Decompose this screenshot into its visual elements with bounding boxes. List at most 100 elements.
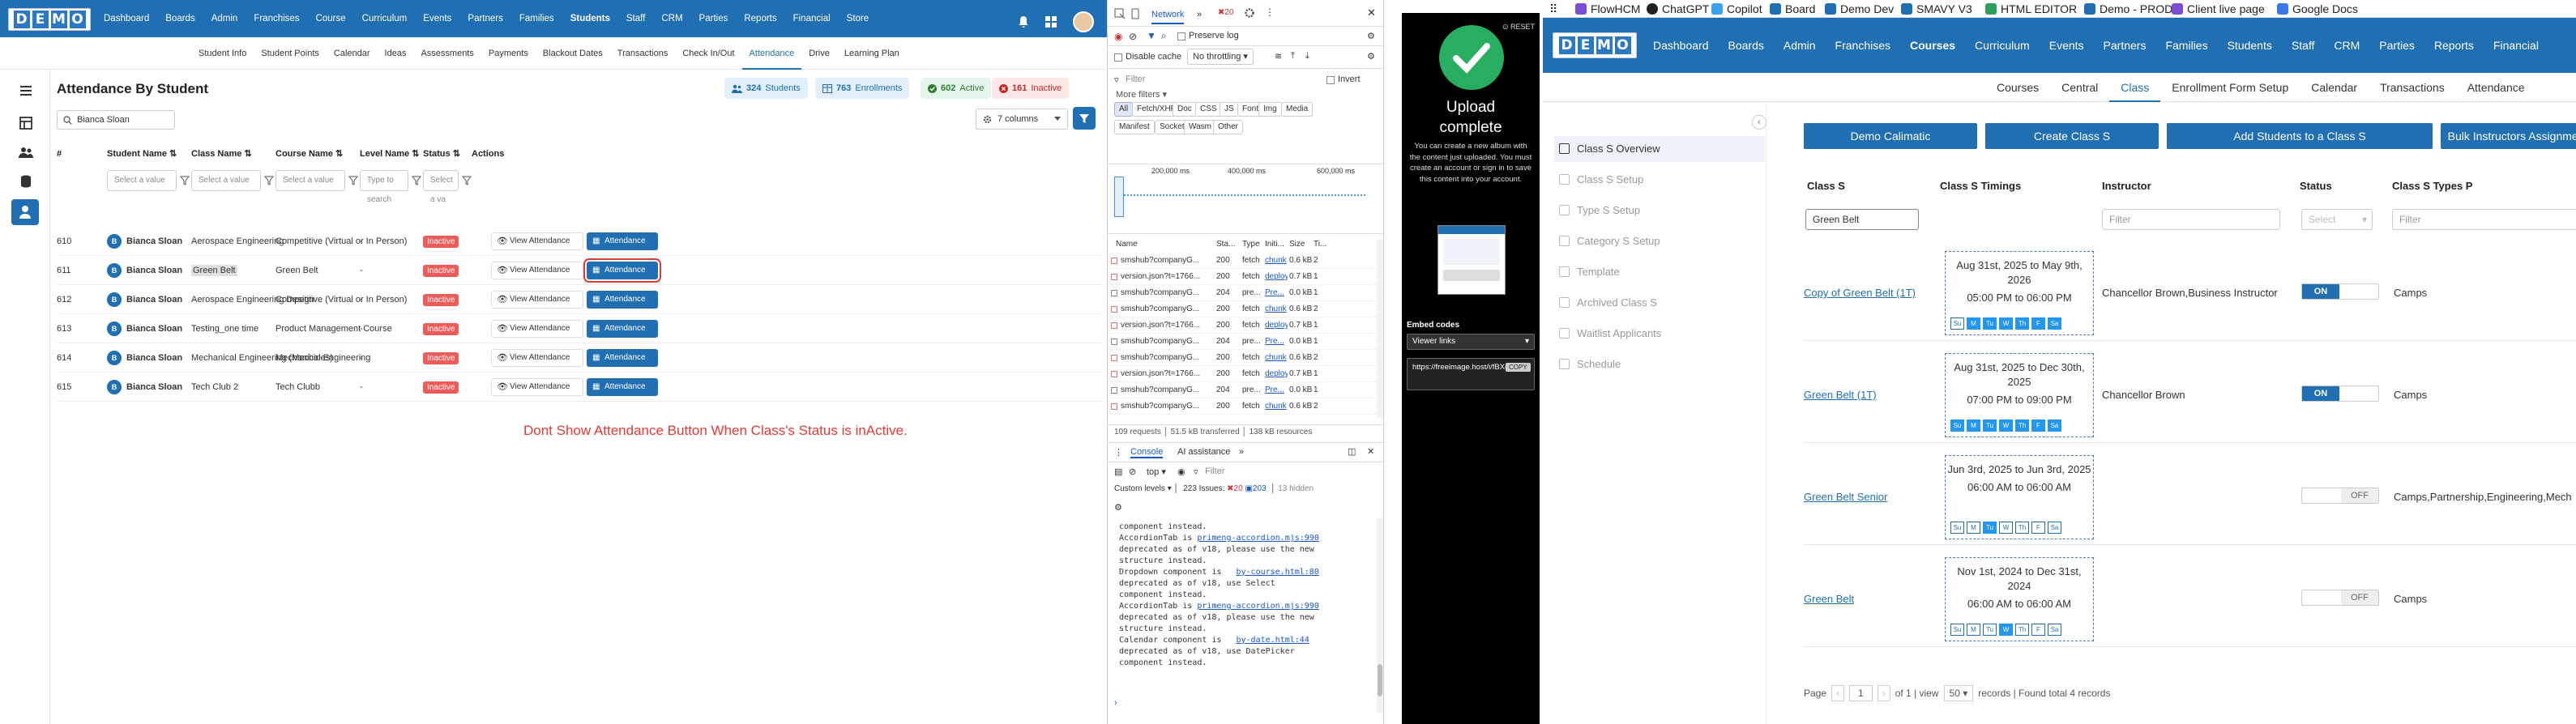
type-chip-other[interactable]: Other	[1213, 120, 1244, 134]
instructor-filter-input[interactable]: Filter	[2102, 209, 2280, 230]
tab-enrollment-form-setup[interactable]: Enrollment Form Setup	[2160, 73, 2300, 102]
nav-boards[interactable]: Boards	[157, 14, 203, 23]
type-chip-img[interactable]: Img	[1258, 102, 1282, 117]
upload-icon[interactable]: ⤒	[1291, 51, 1295, 62]
type-chip-manifest[interactable]: Manifest	[1114, 120, 1155, 134]
type-chip-media[interactable]: Media	[1281, 102, 1314, 117]
status-toggle[interactable]: OFF	[2301, 590, 2379, 606]
filter-icon[interactable]	[462, 175, 472, 186]
attendance-button[interactable]: ▦ Attendance	[583, 258, 661, 283]
hamburger-icon[interactable]	[18, 83, 34, 99]
avatar[interactable]	[1073, 11, 1094, 32]
class-link[interactable]: Copy of Green Belt (1T)	[1804, 287, 1916, 299]
nav-students[interactable]: Students	[562, 14, 618, 23]
more-tabs-icon[interactable]: »	[1239, 447, 1244, 457]
view-attendance-button[interactable]: 👁 View Attendance	[491, 378, 583, 396]
col-class[interactable]: Class Name ⇅	[191, 143, 252, 165]
tab-student-points[interactable]: Student Points	[254, 37, 327, 70]
network-row[interactable]: smshub?companyG... 200 fetch chunk 0.6 kB 2	[1108, 398, 1378, 415]
levels-select[interactable]: Custom levels ▾	[1114, 484, 1172, 493]
sidebar-item-class-setup[interactable]: Class S Setup	[1554, 167, 1765, 193]
gear-icon[interactable]	[1244, 7, 1255, 19]
type-chip-all[interactable]: All	[1114, 102, 1134, 117]
attendance-button[interactable]: ▦ Attendance	[587, 349, 658, 367]
col-status[interactable]: Status ⇅	[423, 143, 460, 165]
console-source-link[interactable]: primeng-accordion.mjs:990	[1197, 602, 1319, 611]
network-row[interactable]: version.json?t=1766... 200 fetch deploy 0.7 …	[1108, 269, 1378, 285]
status-toggle[interactable]: ON	[2301, 385, 2379, 402]
wifi-icon[interactable]: ≋	[1275, 51, 1282, 62]
tab-transactions[interactable]: Transactions	[2369, 73, 2456, 102]
dashboard-icon[interactable]	[18, 115, 34, 131]
network-filter-input[interactable]: Filter	[1126, 75, 1145, 84]
nav-staff[interactable]: Staff	[2282, 39, 2325, 52]
bookmark-demo-prod[interactable]: Demo - PROD	[2084, 0, 2172, 18]
tab-calendar[interactable]: Calendar	[2300, 73, 2369, 102]
scrollbar[interactable]	[1377, 240, 1383, 418]
network-row[interactable]: smshub?companyG... 204 pre... Pre... 0.0 kB 1	[1108, 382, 1378, 398]
tab-attendance[interactable]: Attendance	[741, 37, 802, 70]
col-level[interactable]: Level Name ⇅	[360, 143, 419, 165]
nav-parties[interactable]: Parties	[691, 14, 737, 23]
dock-icon[interactable]: ◫	[1348, 446, 1356, 457]
network-row[interactable]: version.json?t=1766... 200 fetch deploy 0.7 …	[1108, 366, 1378, 382]
search-input[interactable]: Bianca Sloan	[57, 110, 175, 130]
nav-events[interactable]: Events	[415, 14, 459, 23]
sidebar-item-template[interactable]: Template	[1554, 259, 1765, 285]
network-row[interactable]: smshub?companyG... 200 fetch chunk 0.6 kB 2	[1108, 350, 1378, 366]
nav-course[interactable]: Course	[308, 14, 354, 23]
download-icon[interactable]: ⤓	[1305, 51, 1309, 62]
col-student[interactable]: Student Name ⇅	[107, 143, 177, 165]
sidebar-item-waitlist[interactable]: Waitlist Applicants	[1554, 321, 1765, 347]
filter-icon[interactable]	[412, 175, 421, 186]
nav-families[interactable]: Families	[2155, 39, 2217, 52]
nav-store[interactable]: Store	[839, 14, 878, 23]
next-page-button[interactable]: ›	[1877, 685, 1890, 701]
attendance-button[interactable]: ▦ Attendance	[587, 232, 658, 250]
nav-franchises[interactable]: Franchises	[1826, 39, 1900, 52]
attendance-button[interactable]: ▦ Attendance	[587, 320, 658, 338]
invert-checkbox[interactable]	[1326, 76, 1335, 84]
nav-curriculum[interactable]: Curriculum	[1965, 39, 2040, 52]
columns-select[interactable]: 7 columns	[976, 109, 1068, 130]
tab-check-in-out[interactable]: Check In/Out	[675, 37, 741, 70]
bookmark-client-live[interactable]: Client live page	[2172, 0, 2265, 18]
nav-franchises[interactable]: Franchises	[246, 14, 307, 23]
more-filters[interactable]: More filters ▾	[1116, 89, 1167, 100]
nav-dashboard[interactable]: Dashboard	[96, 14, 157, 23]
sidebar-item-category-setup[interactable]: Category S Setup	[1554, 228, 1765, 254]
nav-financial[interactable]: Financial	[2484, 39, 2548, 52]
type-chip-js[interactable]: JS	[1220, 102, 1239, 117]
clear-console-icon[interactable]: ⊘	[1129, 466, 1136, 477]
console-prompt-icon[interactable]: ›	[1114, 698, 1117, 708]
bookmark-google-docs[interactable]: Google Docs	[2277, 0, 2358, 18]
app-logo[interactable]: D E M O	[8, 8, 91, 31]
net-col-time[interactable]: Ti...	[1314, 240, 1326, 249]
nav-crm[interactable]: CRM	[653, 14, 690, 23]
nav-curriculum[interactable]: Curriculum	[354, 14, 416, 23]
type-chip-wasm[interactable]: Wasm	[1184, 120, 1216, 134]
bell-icon[interactable]	[1018, 15, 1029, 28]
issues-label[interactable]: 223 Issues:	[1183, 484, 1224, 493]
filter-icon[interactable]	[180, 175, 190, 186]
tab-assessments[interactable]: Assessments	[413, 37, 481, 70]
nav-boards[interactable]: Boards	[1719, 39, 1774, 52]
col-course[interactable]: Course Name ⇅	[276, 143, 343, 165]
device-icon[interactable]	[1130, 8, 1142, 19]
embed-type-select[interactable]: Viewer links ▾	[1407, 334, 1535, 350]
uploaded-thumbnail[interactable]	[1438, 225, 1506, 295]
attendance-button[interactable]: ▦ Attendance	[587, 378, 658, 396]
inspect-icon[interactable]	[1114, 8, 1126, 19]
eye-icon[interactable]: ◉	[1177, 466, 1185, 477]
nav-reports[interactable]: Reports	[2424, 39, 2484, 52]
filter-funnel-icon[interactable]: ▼	[1147, 30, 1156, 41]
bookmark-smavy[interactable]: SMAVY V3	[1901, 0, 1972, 18]
create-class-button[interactable]: Create Class S	[1985, 123, 2159, 149]
sidebar-toggle-icon[interactable]: ▤	[1114, 466, 1122, 477]
tab-class[interactable]: Class	[2109, 73, 2161, 102]
filter-icon[interactable]	[264, 175, 274, 186]
class-link[interactable]: Green Belt Senior	[1804, 491, 1887, 503]
console-source-link[interactable]: by-course.html:80	[1237, 568, 1319, 577]
prev-page-button[interactable]: ‹	[1831, 685, 1845, 701]
filter-button[interactable]	[1073, 107, 1096, 130]
